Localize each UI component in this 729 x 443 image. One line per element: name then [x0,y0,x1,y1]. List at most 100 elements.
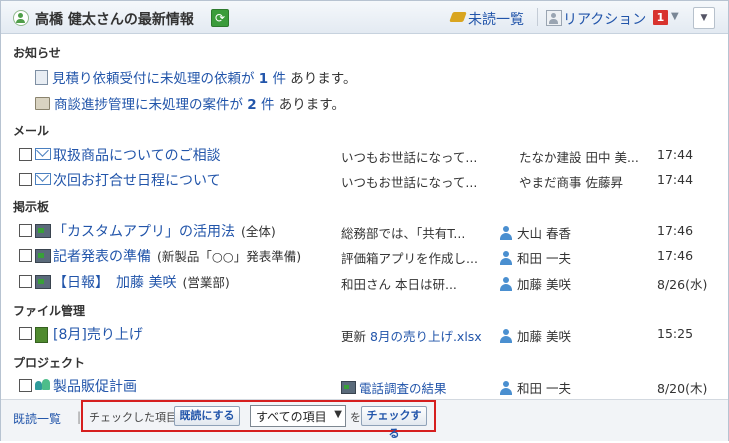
mail-icon [35,148,51,160]
person-icon [499,277,513,291]
board-icon [35,249,51,263]
board-preview: 評価箱アプリを作成し... [341,251,478,266]
notice-suffix: あります。 [278,97,345,113]
check-button[interactable]: チェックする [361,406,427,440]
updater-name: 加藤 美咲 [517,329,571,344]
notice-count[interactable]: 2 [247,97,256,113]
section-files: ファイル管理 [13,304,86,318]
person-icon [499,381,513,395]
board-title: 「カスタムアプリ」の活用法 (全体) [53,221,276,241]
unread-list-link[interactable]: 未読一覧 [468,9,524,29]
board-category: (営業部) [182,275,230,290]
chevron-down-icon: ▼ [334,409,342,420]
board-title-link[interactable]: 「カスタムアプリ」の活用法 [53,224,235,240]
board-time: 17:46 [657,248,694,263]
section-board: 掲示板 [13,200,50,214]
row-checkbox[interactable] [19,173,32,186]
reaction-link[interactable]: リアクション [563,9,646,29]
cabinet-icon [35,327,48,343]
project-author[interactable]: 和田 一夫 [499,378,571,397]
section-projects: プロジェクト [13,356,86,370]
file-row: [8月]売り上げ 更新 8月の売り上げ.xlsx 加藤 美咲 15:25 [1,322,728,346]
header-divider [537,8,538,26]
row-checkbox[interactable] [19,224,32,237]
row-checkbox[interactable] [19,148,32,161]
file-updater[interactable]: 加藤 美咲 [499,326,571,345]
latest-info-panel: 高橋 健太さんの最新情報 ⟳ 未読一覧 リアクション 1 ▼ ▼ お知らせ 見積… [0,0,729,441]
refresh-icon[interactable]: ⟳ [211,9,229,27]
user-icon [13,10,29,26]
notice-link[interactable]: 見積り依頼受付に未処理の依頼が [52,71,255,87]
board-row: 記者発表の準備 (新製品「○○」発表準備) 評価箱アプリを作成し... 和田 一夫… [1,244,728,268]
person-icon [499,329,513,343]
reaction-user-icon [546,10,562,26]
mail-preview: いつもお世話になって... [341,150,478,165]
item-scope-select[interactable]: すべての項目 ▼ [250,405,346,427]
mail-sender: やまだ商事 佐藤昇 [519,175,623,190]
author-name: 大山 春香 [517,226,571,241]
board-row: 「カスタムアプリ」の活用法 (全体) 総務部では、「共有T... 大山 春香 17… [1,219,728,243]
board-author[interactable]: 和田 一夫 [499,248,571,267]
tag-icon [449,12,467,22]
select-value: すべての項目 [256,410,327,424]
project-preview: 電話調査の結果 [341,378,447,397]
mail-time: 17:44 [657,147,694,162]
file-update-label: 更新 [341,329,367,344]
project-icon [35,379,51,391]
board-title-link[interactable]: 【日報】 加藤 美咲 [53,275,176,291]
mail-row: 次回お打合せ日程について いつもお世話になって... やまだ商事 佐藤昇 17:… [1,168,728,192]
author-name: 加藤 美咲 [517,277,571,292]
board-title-link[interactable]: 記者発表の準備 [53,249,151,265]
panel-menu-button[interactable]: ▼ [693,7,715,29]
row-checkbox[interactable] [19,275,32,288]
board-time: 8/26(水) [657,277,708,292]
mark-read-button[interactable]: 既読にする [174,406,240,426]
row-checkbox[interactable] [19,327,32,340]
board-preview: 総務部では、「共有T... [341,226,466,241]
panel-header: 高橋 健太さんの最新情報 ⟳ 未読一覧 リアクション 1 ▼ ▼ [1,1,728,34]
mail-title-link[interactable]: 次回お打合せ日程について [53,170,221,190]
mail-title-link[interactable]: 取扱商品についてのご相談 [53,145,221,165]
author-name: 和田 一夫 [517,381,571,396]
notice-link[interactable]: 商談進捗管理に未処理の案件が [54,97,243,113]
project-title-link[interactable]: 製品販促計画 [53,376,137,396]
author-name: 和田 一夫 [517,251,571,266]
notice-item: 商談進捗管理に未処理の案件が 2 件 あります。 [35,93,345,113]
mail-sender: たなか建設 田中 美... [519,150,639,165]
read-list-link[interactable]: 既読一覧 [13,410,61,427]
board-title: 【日報】 加藤 美咲 (営業部) [53,272,230,292]
reaction-caret-icon[interactable]: ▼ [671,11,679,22]
document-icon [35,70,48,85]
board-row: 【日報】 加藤 美咲 (営業部) 和田さん 本日は研... 加藤 美咲 8/26(… [1,270,728,294]
row-checkbox[interactable] [19,379,32,392]
person-icon [499,251,513,265]
notice-unit: 件 [261,97,275,113]
section-mail: メール [13,124,50,138]
notice-count[interactable]: 1 [259,71,268,87]
board-icon [341,381,356,394]
board-author[interactable]: 大山 春香 [499,223,571,242]
notice-item: 見積り依頼受付に未処理の依頼が 1 件 あります。 [35,67,356,87]
project-item-link[interactable]: 電話調査の結果 [359,381,447,396]
file-name-link[interactable]: 8月の売り上げ.xlsx [370,329,482,344]
board-icon [35,224,51,238]
board-title: 記者発表の準備 (新製品「○○」発表準備) [53,246,301,266]
person-icon [499,226,513,240]
board-author[interactable]: 加藤 美咲 [499,274,571,293]
board-icon [35,275,51,289]
file-title-link[interactable]: [8月]売り上げ [53,324,143,344]
file-preview: 更新 8月の売り上げ.xlsx [341,326,482,345]
mail-icon [35,173,51,185]
mail-time: 17:44 [657,172,694,187]
project-row: 製品販促計画 電話調査の結果 和田 一夫 8/20(木) [1,374,728,398]
project-time: 8/20(木) [657,381,708,396]
wo-label: を [350,411,361,424]
mail-preview: いつもお世話になって... [341,175,478,190]
board-preview: 和田さん 本日は研... [341,277,457,292]
notice-unit: 件 [272,71,287,87]
folder-icon [35,97,50,110]
section-notices: お知らせ [13,46,61,60]
row-checkbox[interactable] [19,249,32,262]
board-category: (新製品「○○」発表準備) [157,249,302,264]
panel-title: 高橋 健太さんの最新情報 [35,12,194,28]
